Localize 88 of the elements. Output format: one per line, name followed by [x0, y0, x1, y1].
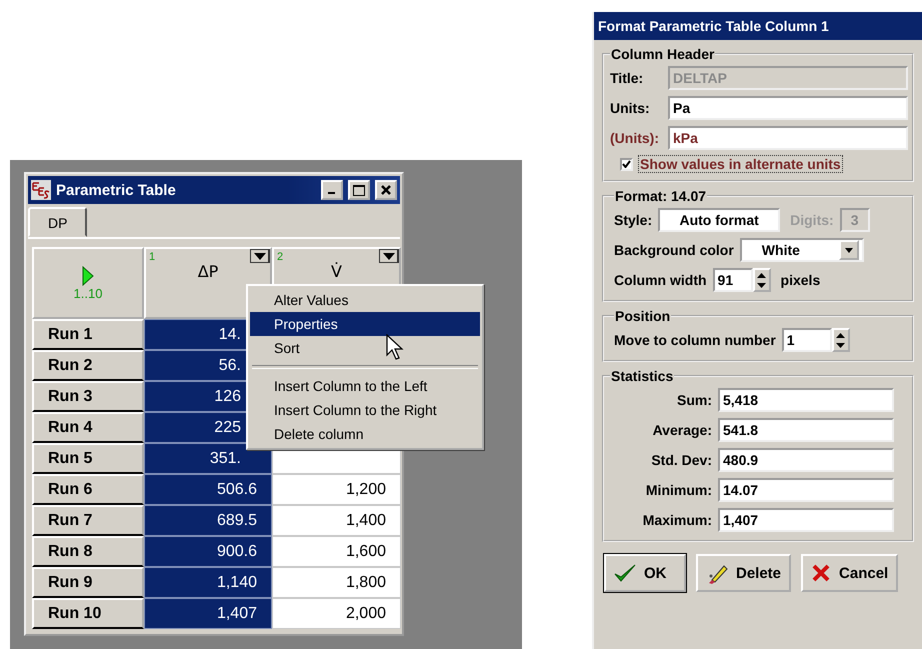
row-header[interactable]: Run 5: [32, 443, 144, 474]
row-header[interactable]: Run 7: [32, 505, 144, 536]
color-dropdown[interactable]: White: [740, 238, 864, 262]
field-label: Units:: [610, 100, 651, 116]
table-cell: 1,407: [144, 598, 272, 629]
sheet-tab[interactable]: DP: [28, 207, 88, 237]
row-header[interactable]: Run 9: [32, 567, 144, 598]
spin-button[interactable]: [832, 328, 850, 352]
style-field[interactable]: Auto format: [658, 208, 780, 232]
maximize-icon: [353, 184, 365, 196]
group-legend: Format: 14.07: [614, 188, 708, 204]
column-name: V̇: [331, 262, 342, 282]
statistic-field: 5,418: [718, 388, 894, 412]
row-header[interactable]: Run 1: [32, 319, 144, 350]
row-header[interactable]: Run 3: [32, 381, 144, 412]
ok-button[interactable]: OK: [604, 554, 686, 592]
statistic-field: 541.8: [718, 418, 894, 442]
column-header[interactable]: 1 ΔP: [144, 247, 272, 319]
checkmark-icon: [622, 160, 631, 168]
delete-button[interactable]: Delete: [696, 554, 792, 592]
row-header[interactable]: Run 2: [32, 350, 144, 381]
dialog-title: Format Parametric Table Column 1: [594, 12, 922, 40]
table-cell: 1,400: [272, 505, 401, 536]
play-icon: [82, 266, 94, 286]
table-cell: 2,000: [272, 598, 401, 629]
spin-up-icon[interactable]: [836, 332, 846, 338]
dropdown-button[interactable]: [379, 249, 399, 263]
maximize-button[interactable]: [348, 180, 370, 200]
cancel-button[interactable]: Cancel: [801, 554, 898, 592]
checkbox[interactable]: [620, 158, 633, 170]
window-title: Parametric Table: [56, 182, 177, 198]
run-range: 1..10: [74, 286, 102, 300]
statistic-field: 480.9: [718, 448, 894, 472]
caret-icon: [254, 252, 266, 260]
caret-icon: [844, 248, 853, 252]
column-number: 1: [149, 251, 156, 263]
column-name: ΔP: [198, 262, 218, 282]
field-label: Std. Dev:: [650, 452, 712, 468]
field-label: Background color: [614, 242, 734, 258]
field-label: Style:: [614, 212, 652, 228]
table-cell: 1,140: [144, 567, 272, 598]
table-cell: 900.6: [144, 536, 272, 567]
spin-down-icon[interactable]: [757, 282, 766, 288]
field-label: (Units):: [610, 130, 660, 146]
field-label: Column width: [614, 272, 707, 288]
field-label: Move to column number: [614, 332, 776, 348]
table-cell: 1,600: [272, 536, 401, 567]
mouse-pointer-icon: [386, 334, 404, 360]
spin-up-icon[interactable]: [757, 272, 766, 278]
field-label: Minimum:: [644, 482, 712, 498]
group-legend: Statistics: [610, 368, 674, 384]
table-cell: 351.: [144, 443, 272, 474]
group-legend: Position: [614, 308, 672, 324]
width-field[interactable]: 91: [712, 268, 753, 292]
row-header[interactable]: Run 6: [32, 474, 144, 505]
menu-item[interactable]: Properties: [250, 312, 480, 336]
statistic-field: 1,407: [718, 508, 894, 532]
text-field[interactable]: kPa: [668, 126, 908, 150]
app-logo-icon: [31, 180, 51, 200]
spin-button[interactable]: [752, 268, 771, 292]
text-field[interactable]: Pa: [668, 96, 908, 120]
unit-label: pixels: [780, 272, 820, 288]
close-icon: [381, 185, 391, 195]
dropdown-button[interactable]: [250, 249, 270, 263]
checkmark-icon: [614, 563, 636, 583]
field-label: Average:: [652, 422, 712, 438]
column-number: 2: [277, 251, 284, 263]
field-label: Sum:: [676, 392, 712, 408]
table-cell: 506.6: [144, 474, 272, 505]
dropdown-value: White: [762, 242, 800, 258]
table-cell: 1,800: [272, 567, 401, 598]
row-header[interactable]: Run 10: [32, 598, 144, 629]
table-cell: 1,200: [272, 474, 401, 505]
row-header[interactable]: Run 4: [32, 412, 144, 443]
row-header[interactable]: Run 8: [32, 536, 144, 567]
minimize-button[interactable]: [321, 180, 343, 200]
field-label: Title:: [610, 70, 644, 86]
close-icon: [811, 563, 832, 583]
group-legend: Column Header: [610, 46, 716, 62]
table-cell: 689.5: [144, 505, 272, 536]
field-label: Digits:: [790, 212, 834, 228]
spin-down-icon[interactable]: [836, 342, 846, 348]
caret-icon: [382, 252, 394, 260]
column-number-field[interactable]: 1: [782, 328, 832, 352]
close-button[interactable]: [375, 180, 397, 200]
checkbox-label[interactable]: Show values in alternate units: [639, 156, 842, 172]
statistic-field: 14.07: [718, 478, 894, 502]
field-label: Maximum:: [642, 512, 712, 528]
